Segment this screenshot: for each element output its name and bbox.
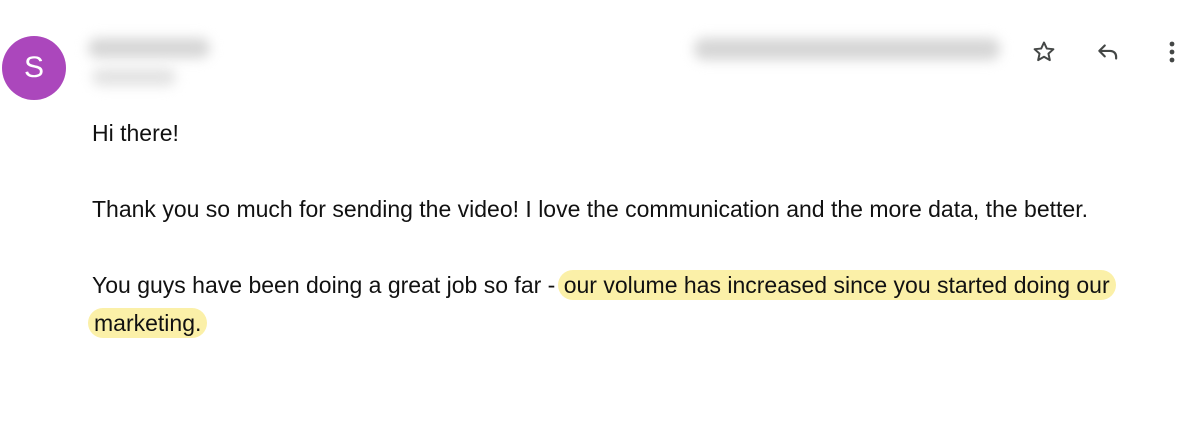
- reply-button[interactable]: [1086, 30, 1130, 74]
- paragraph-feedback: You guys have been doing a great job so …: [88, 266, 1192, 342]
- more-options-button[interactable]: [1150, 30, 1194, 74]
- paragraph-thanks: Thank you so much for sending the video!…: [92, 196, 1088, 222]
- reply-icon: [1098, 44, 1118, 60]
- star-button[interactable]: [1022, 30, 1066, 74]
- avatar-letter: S: [23, 51, 44, 84]
- sender-name-redacted: [88, 38, 210, 58]
- feedback-lead-text: You guys have been doing a great job so …: [92, 272, 562, 298]
- date-redacted: [694, 38, 1000, 60]
- star-outline-icon: [1033, 41, 1055, 62]
- more-vertical-icon: [1169, 41, 1175, 63]
- message-body: Hi there! Thank you so much for sending …: [88, 114, 1192, 342]
- sender-email-redacted: [92, 68, 176, 86]
- greeting-text: Hi there!: [92, 120, 179, 146]
- sender-avatar[interactable]: S: [2, 36, 66, 100]
